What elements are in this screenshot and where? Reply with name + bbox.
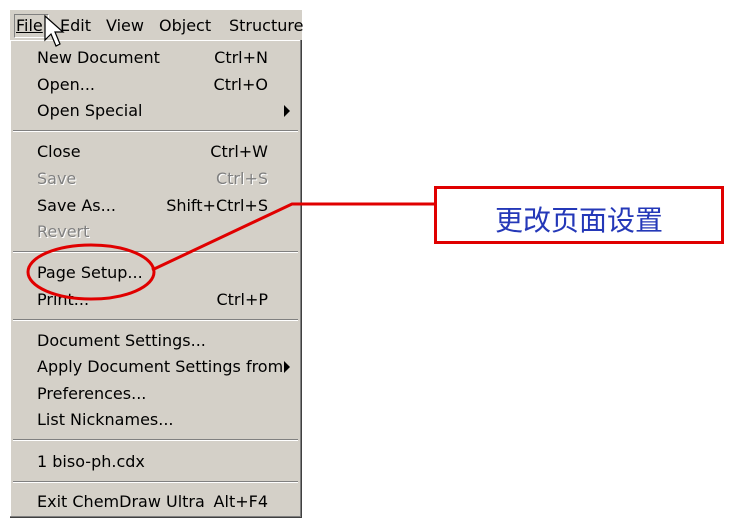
mouse-cursor-icon <box>44 14 65 47</box>
highlight-ellipse <box>26 243 156 301</box>
callout-connector-line <box>151 202 434 272</box>
annotation-overlay <box>26 14 434 301</box>
